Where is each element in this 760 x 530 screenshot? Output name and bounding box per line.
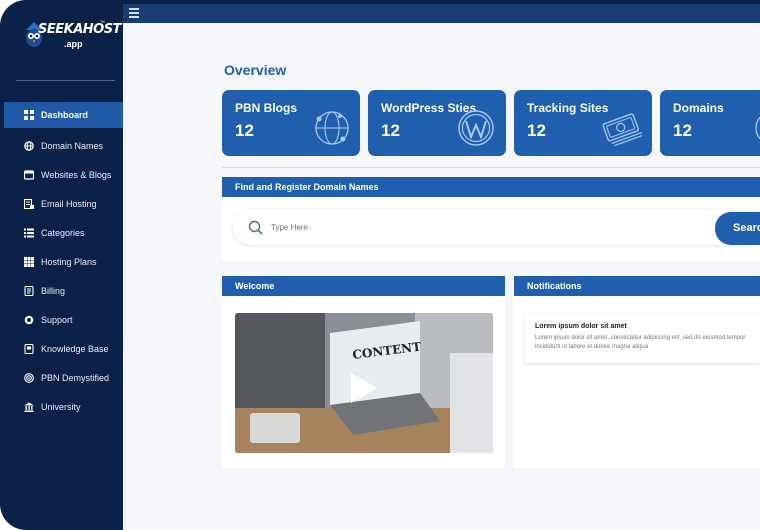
sidebar-item-label: Billing — [41, 285, 66, 296]
stat-card-tracking-sites[interactable]: Tracking Sites 12 — [514, 90, 652, 156]
search-bar — [233, 209, 760, 245]
search-button[interactable]: Search — [715, 212, 760, 245]
sidebar-item-support[interactable]: Support — [4, 305, 123, 334]
sidebar-item-label: PBN Demystified — [41, 372, 110, 383]
section-divider — [222, 167, 760, 168]
sidebar-item-label: Support — [41, 314, 73, 325]
sidebar-item-categories[interactable]: Categories — [4, 218, 123, 247]
notification-item[interactable]: Lorem ipsum dolor sit amet Lorem ipsum d… — [525, 315, 760, 363]
sidebar-nav: Dashboard Domain Names Websites & Blogs … — [4, 102, 123, 421]
sidebar-item-label: University — [41, 401, 81, 412]
sidebar-item-university[interactable]: University — [4, 392, 123, 421]
sidebar-item-knowledge-base[interactable]: Knowledge Base — [4, 334, 123, 363]
card-title: Domains — [673, 101, 724, 115]
card-value: 12 — [235, 121, 254, 140]
card-value: 12 — [673, 121, 692, 140]
domain-search-heading: Find and Register Domain Names — [222, 177, 760, 197]
main-content: Overview PBN Blogs 12 WordPress Sties 12… — [123, 23, 760, 530]
money-icon — [602, 113, 642, 147]
sidebar-item-websites-blogs[interactable]: Websites & Blogs — [4, 160, 123, 189]
support-icon — [24, 315, 34, 325]
email-server-icon — [23, 198, 34, 209]
sidebar-item-billing[interactable]: Billing — [4, 276, 123, 305]
target-icon — [24, 372, 34, 383]
sidebar-item-domain-names[interactable]: Domain Names — [4, 131, 123, 160]
stat-card-wordpress-sites[interactable]: WordPress Sties 12 — [368, 90, 506, 156]
top-bar — [123, 4, 760, 23]
sidebar: SEEKAHOST ™ .app Dashboard Domain Names … — [4, 4, 123, 526]
network-globe-icon — [315, 111, 349, 145]
notification-title: Lorem ipsum dolor sit amet — [535, 323, 627, 330]
browser-icon — [23, 169, 35, 180]
stat-card-domains[interactable]: Domains 12 — [660, 90, 760, 156]
stat-card-pbn-blogs[interactable]: PBN Blogs 12 — [222, 90, 360, 156]
sidebar-item-label: Categories — [41, 227, 85, 238]
welcome-heading: Welcome — [222, 276, 505, 296]
globe-icon — [24, 140, 34, 151]
sidebar-item-label: Knowledge Base — [41, 343, 109, 354]
sidebar-item-label: Dashboard — [41, 110, 89, 120]
search-icon — [248, 220, 263, 235]
logo-tm: ™ — [100, 20, 105, 26]
sidebar-item-label: Domain Names — [41, 140, 104, 151]
book-icon — [24, 343, 34, 354]
sidebar-item-hosting-plans[interactable]: Hosting Plans — [4, 247, 123, 276]
search-input[interactable] — [271, 218, 671, 236]
sidebar-item-email-hosting[interactable]: Email Hosting — [4, 189, 123, 218]
invoice-icon — [24, 285, 34, 296]
dashboard-grid-icon — [24, 110, 34, 120]
card-value: 12 — [381, 121, 400, 140]
sidebar-item-dashboard[interactable]: Dashboard — [4, 102, 123, 128]
wordpress-icon — [458, 110, 494, 146]
card-title: Tracking Sites — [527, 101, 609, 115]
notification-text: Lorem ipsum dolor sit amet, consectetur … — [535, 335, 746, 350]
card-title: PBN Blogs — [235, 101, 298, 115]
logo-subtext: .app — [64, 39, 83, 49]
sidebar-item-label: Email Hosting — [41, 198, 97, 209]
card-value: 12 — [527, 121, 546, 140]
sidebar-item-pbn-demystified[interactable]: PBN Demystified — [4, 363, 123, 392]
page-title: Overview — [224, 62, 287, 78]
video-thumbnail-image: CONTENT — [235, 313, 493, 453]
logo-text: SEEKAHOST — [38, 22, 121, 37]
sidebar-item-label: Hosting Plans — [41, 256, 97, 267]
grid-icon — [24, 256, 34, 267]
sidebar-divider — [16, 80, 115, 81]
sidebar-item-label: Websites & Blogs — [41, 169, 112, 180]
university-icon — [24, 402, 34, 412]
globe-icon — [755, 116, 760, 140]
hamburger-menu-icon[interactable] — [129, 8, 139, 19]
welcome-video[interactable]: CONTENT — [235, 313, 493, 453]
notifications-heading: Notifications — [514, 276, 760, 296]
list-icon — [24, 228, 34, 238]
